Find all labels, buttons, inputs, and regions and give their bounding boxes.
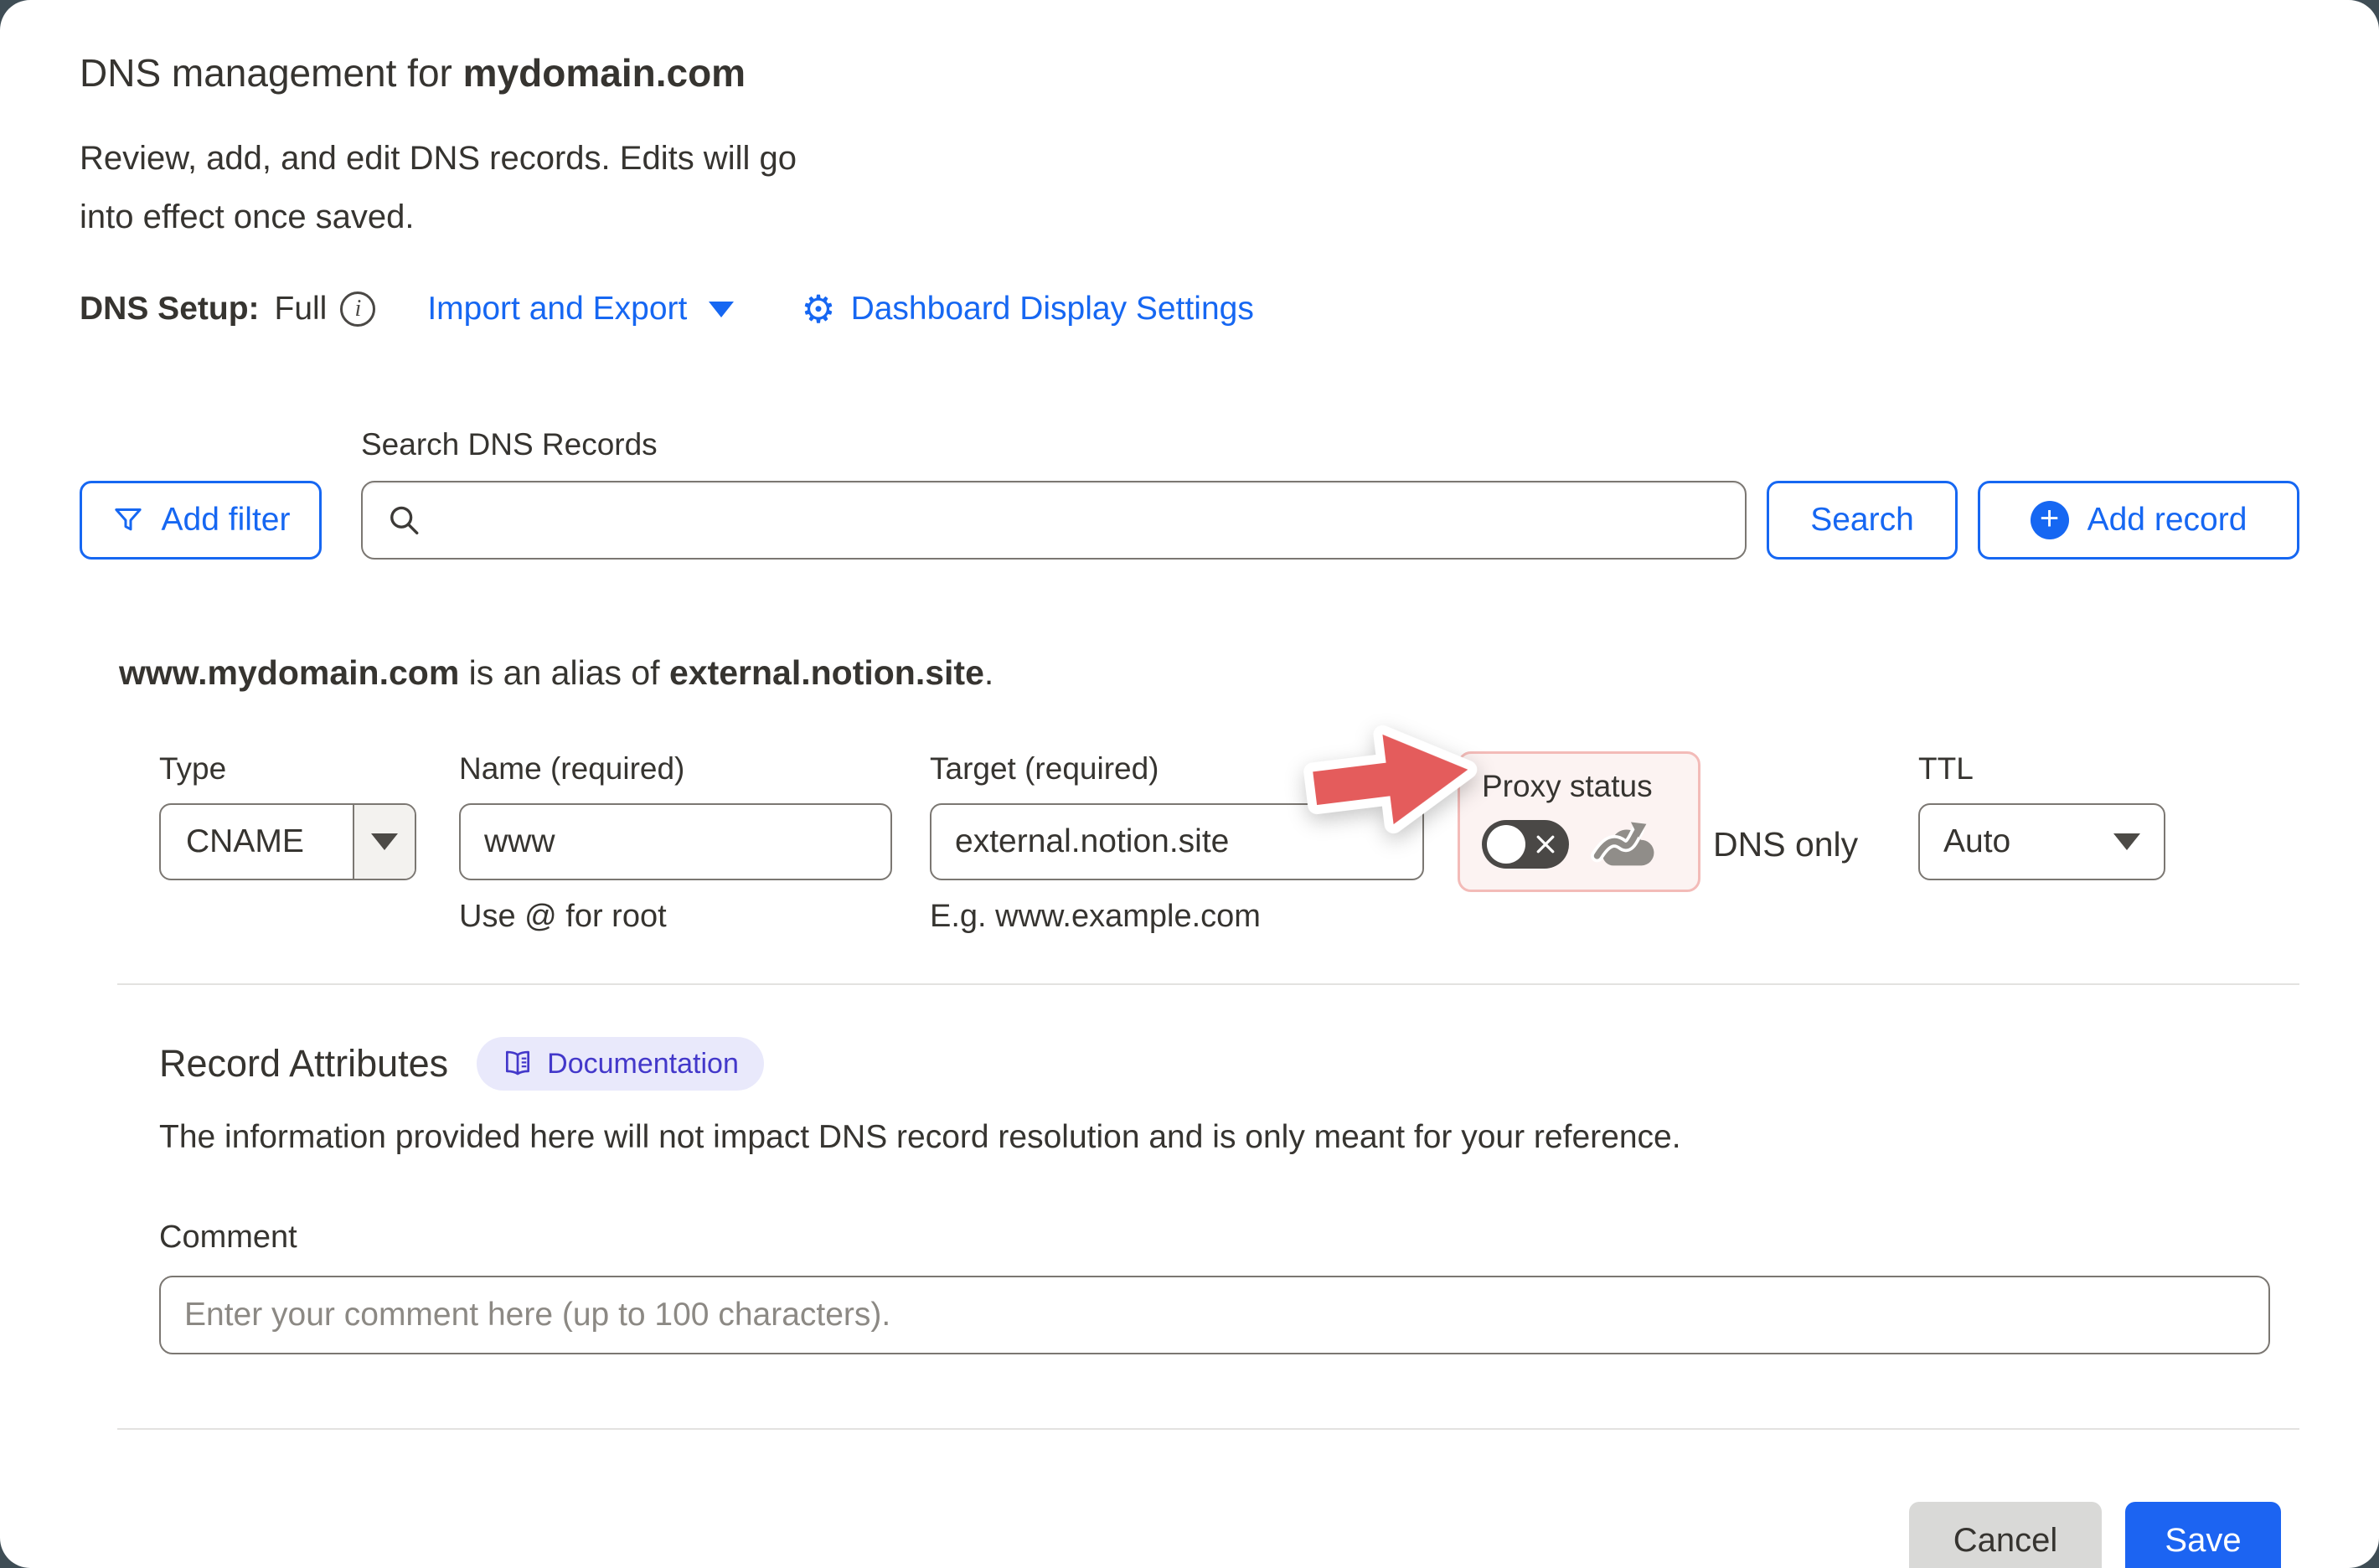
target-helper-text: E.g. www.example.com <box>930 899 1424 935</box>
proxy-status-text: DNS only <box>1713 751 1885 864</box>
search-input[interactable] <box>422 482 1721 558</box>
record-attributes-description: The information provided here will not i… <box>159 1119 2299 1156</box>
type-select-value: CNAME <box>161 823 353 860</box>
chevron-down-icon <box>371 833 398 850</box>
add-record-button[interactable]: + Add record <box>1978 481 2299 560</box>
info-icon[interactable]: i <box>340 291 375 327</box>
ttl-field-group: TTL Auto <box>1918 751 2165 880</box>
dashboard-display-settings-link[interactable]: Dashboard Display Settings <box>851 291 1254 328</box>
add-filter-label: Add filter <box>162 502 291 539</box>
name-input-container <box>459 803 892 880</box>
documentation-badge-label: Documentation <box>547 1048 739 1081</box>
proxy-controls <box>1482 819 1676 869</box>
search-icon <box>386 502 422 539</box>
dns-setup-label: DNS Setup: <box>80 291 260 328</box>
type-select-caret-segment[interactable] <box>354 805 415 879</box>
plus-icon: + <box>2031 501 2069 539</box>
proxy-toggle-knob <box>1487 825 1525 864</box>
record-attributes-header: Record Attributes Documentation <box>159 1037 2299 1091</box>
filter-funnel-icon <box>111 503 145 537</box>
footer-actions: Cancel Save <box>80 1502 2281 1568</box>
alias-middle: is an alias of <box>459 653 669 692</box>
chevron-down-icon <box>2113 833 2140 850</box>
section-divider <box>117 983 2299 985</box>
comment-input-container <box>159 1276 2270 1354</box>
dns-setup-value: Full <box>275 291 328 328</box>
search-field-group: Search DNS Records <box>361 427 1747 560</box>
page-title-domain: mydomain.com <box>463 51 746 95</box>
add-filter-button[interactable]: Add filter <box>80 481 322 560</box>
dns-only-cloud-icon <box>1591 819 1659 869</box>
comment-label: Comment <box>159 1220 2299 1256</box>
type-field-group: Type CNAME <box>159 751 416 880</box>
proxy-status-highlight-box: Proxy status <box>1458 751 1700 892</box>
search-row: Add filter Search DNS Records Search + A… <box>80 427 2299 560</box>
record-attributes-heading: Record Attributes <box>159 1042 448 1086</box>
page-subtitle: Review, add, and edit DNS records. Edits… <box>80 129 2299 246</box>
documentation-badge[interactable]: Documentation <box>477 1037 764 1091</box>
name-helper-text: Use @ for root <box>459 899 892 935</box>
page-title: DNS management for mydomain.com <box>80 50 2299 95</box>
name-field-group: Name (required) Use @ for root <box>459 751 892 935</box>
search-button-label: Search <box>1810 502 1914 539</box>
search-button[interactable]: Search <box>1767 481 1958 560</box>
book-icon <box>502 1048 534 1080</box>
type-select[interactable]: CNAME <box>159 803 416 880</box>
toggle-off-x-icon <box>1533 832 1558 857</box>
name-input[interactable] <box>461 805 890 879</box>
alias-host: www.mydomain.com <box>119 653 459 692</box>
type-label: Type <box>159 751 416 788</box>
chevron-down-icon[interactable] <box>709 302 734 317</box>
gear-icon[interactable]: ⚙ <box>801 290 835 328</box>
comment-input[interactable] <box>161 1277 2268 1353</box>
ttl-select-value: Auto <box>1943 823 2010 860</box>
alias-target: external.notion.site <box>669 653 984 692</box>
dns-management-panel: DNS management for mydomain.com Review, … <box>0 0 2379 1568</box>
footer-divider <box>117 1428 2299 1430</box>
proxy-status-label: Proxy status <box>1482 769 1676 804</box>
page-title-prefix: DNS management for <box>80 51 463 95</box>
search-label: Search DNS Records <box>361 427 1747 462</box>
search-input-container <box>361 481 1747 560</box>
ttl-label: TTL <box>1918 751 2165 788</box>
save-button[interactable]: Save <box>2125 1502 2281 1568</box>
record-form-row: Type CNAME Name (required) Use @ for roo… <box>159 751 2299 935</box>
add-record-label: Add record <box>2087 502 2247 539</box>
name-label: Name (required) <box>459 751 892 788</box>
subtitle-line-2: into effect once saved. <box>80 188 2299 246</box>
proxy-toggle[interactable] <box>1482 820 1569 869</box>
dns-setup-row: DNS Setup: Full i Import and Export ⚙ Da… <box>80 290 2299 328</box>
ttl-select[interactable]: Auto <box>1918 803 2165 880</box>
red-callout-arrow <box>1295 700 1488 859</box>
alias-period: . <box>984 653 993 692</box>
import-export-link[interactable]: Import and Export <box>427 291 687 328</box>
subtitle-line-1: Review, add, and edit DNS records. Edits… <box>80 129 2299 188</box>
alias-sentence: www.mydomain.com is an alias of external… <box>119 653 2299 693</box>
cancel-button[interactable]: Cancel <box>1909 1502 2102 1568</box>
